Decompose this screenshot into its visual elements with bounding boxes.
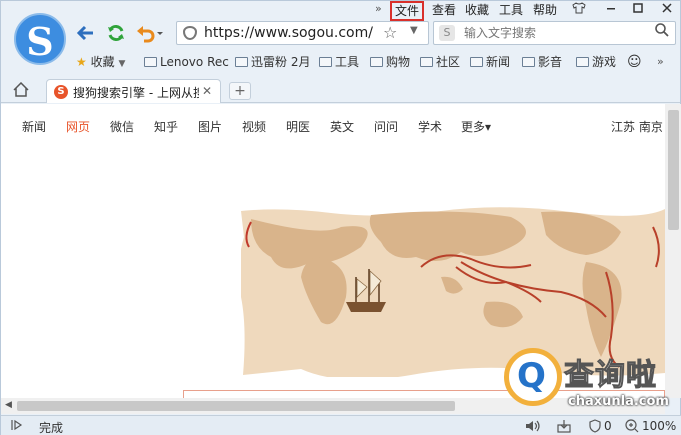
bookmark-label: 社区	[436, 55, 461, 69]
shield-badge-count: 0	[604, 419, 612, 433]
new-tab-button[interactable]: +	[229, 82, 251, 100]
nav-zhihu[interactable]: 知乎	[154, 118, 178, 135]
sidebar-toggle-icon[interactable]	[11, 419, 23, 434]
address-dropdown-icon[interactable]: ▼	[410, 25, 418, 36]
bookmark-label: 收藏	[90, 55, 115, 69]
bookmark-folder-media[interactable]: 影音	[522, 53, 562, 71]
vertical-scroll-thumb[interactable]	[668, 110, 679, 230]
watermark-cn: 查询啦	[564, 358, 657, 394]
nav-scholar[interactable]: 学术	[418, 118, 442, 135]
nav-images[interactable]: 图片	[198, 118, 222, 135]
nav-video[interactable]: 视频	[242, 118, 266, 135]
bookmark-label: Lenovo Rec	[160, 55, 229, 69]
bookmark-folder-community[interactable]: 社区	[420, 53, 460, 71]
folder-icon	[470, 57, 483, 67]
tab-strip: S 搜狗搜索引擎 - 上网从搜 ✕ +	[1, 77, 680, 103]
nav-wechat[interactable]: 微信	[110, 118, 134, 135]
search-category-nav: 新闻 网页 微信 知乎 图片 视频 明医 英文 问问 学术 更多▾	[1, 118, 665, 138]
address-url[interactable]: https://www.sogou.com/	[204, 25, 373, 41]
star-icon: ★	[76, 55, 87, 69]
browser-window: » 文件 查看 收藏 工具 帮助 S https://www.sogou.com…	[0, 0, 681, 435]
bookmark-label: 迅雷粉 2月	[251, 55, 311, 69]
folder-icon	[522, 57, 535, 67]
search-icon[interactable]	[655, 23, 669, 41]
tab-title: 搜狗搜索引擎 - 上网从搜	[73, 86, 199, 100]
bookmark-star-icon[interactable]: ☆	[383, 23, 397, 42]
folder-icon	[576, 57, 589, 67]
bookmark-favorites[interactable]: ★ 收藏 ▼	[76, 53, 125, 73]
avatar-icon[interactable]: ☺	[627, 53, 642, 71]
menu-chevron-icon[interactable]: »	[375, 2, 382, 15]
watermark-letter: Q	[517, 356, 546, 396]
nav-english[interactable]: 英文	[330, 118, 354, 135]
search-input[interactable]	[464, 24, 644, 42]
sogou-browser-logo: S	[14, 13, 66, 65]
bookmarks-bar: ★ 收藏 ▼ Lenovo Rec 迅雷粉 2月 工具 购物 社区 新闻 影音 …	[73, 53, 680, 73]
nav-web[interactable]: 网页	[66, 118, 90, 135]
folder-icon	[420, 57, 433, 67]
bookmark-label: 游戏	[592, 55, 617, 69]
watermark-en: chaxunla.com	[568, 394, 669, 409]
scroll-left-icon[interactable]: ◀	[5, 400, 12, 410]
close-icon[interactable]	[656, 1, 678, 19]
maximize-icon[interactable]	[627, 1, 649, 19]
bookmark-xunlei[interactable]: 迅雷粉 2月	[235, 53, 310, 71]
nav-wenwen[interactable]: 问问	[374, 118, 398, 135]
shirt-icon[interactable]	[568, 1, 590, 19]
menu-tools[interactable]: 工具	[499, 2, 523, 18]
home-icon[interactable]	[13, 81, 29, 101]
chevron-down-icon: ▼	[118, 59, 126, 69]
menu-favorites[interactable]: 收藏	[465, 2, 489, 18]
bookmark-label: 工具	[335, 55, 360, 69]
bookmark-label: 影音	[538, 55, 563, 69]
speaker-icon[interactable]	[525, 419, 541, 435]
bookmark-folder-games[interactable]: 游戏	[576, 53, 616, 71]
horizontal-scroll-thumb[interactable]	[17, 401, 455, 411]
undo-icon[interactable]	[136, 23, 164, 46]
page-icon	[144, 57, 157, 67]
minimize-icon[interactable]	[600, 1, 622, 19]
bookmarks-overflow-icon[interactable]: »	[657, 53, 664, 71]
nav-medical[interactable]: 明医	[286, 118, 310, 135]
bookmark-folder-news[interactable]: 新闻	[470, 53, 510, 71]
location-label[interactable]: 江苏 南京	[611, 118, 663, 135]
tab-close-icon[interactable]: ✕	[202, 84, 212, 98]
nav-more[interactable]: 更多▾	[461, 118, 491, 135]
bookmark-label: 购物	[386, 55, 411, 69]
back-arrow-icon[interactable]	[76, 23, 96, 46]
zoom-icon[interactable]	[625, 419, 639, 435]
bookmark-label: 新闻	[486, 55, 511, 69]
address-bar[interactable]: https://www.sogou.com/ ☆ ▼	[176, 21, 429, 45]
menu-help[interactable]: 帮助	[533, 2, 557, 18]
status-bar: 完成 0 100%	[1, 415, 681, 435]
search-box[interactable]: S	[433, 21, 676, 45]
zoom-level[interactable]: 100%	[642, 419, 676, 433]
chaxunla-watermark: Q 查询啦 chaxunla.com	[498, 346, 681, 416]
nav-news[interactable]: 新闻	[22, 118, 46, 135]
page-icon	[235, 57, 248, 67]
status-text: 完成	[39, 421, 64, 435]
bookmark-folder-shopping[interactable]: 购物	[370, 53, 410, 71]
download-icon[interactable]	[557, 419, 571, 435]
menu-file[interactable]: 文件	[390, 1, 425, 21]
chaxunla-logo-icon: Q	[504, 348, 562, 406]
folder-icon	[370, 57, 383, 67]
search-engine-icon[interactable]: S	[439, 25, 455, 41]
logo-letter: S	[26, 19, 54, 64]
folder-icon	[319, 57, 332, 67]
menu-view[interactable]: 查看	[432, 2, 456, 18]
tab-sogou[interactable]: S 搜狗搜索引擎 - 上网从搜 ✕	[46, 79, 221, 103]
refresh-icon[interactable]	[106, 23, 126, 46]
menu-bar: » 文件 查看 收藏 工具 帮助	[1, 1, 680, 21]
security-shield-icon	[183, 26, 197, 40]
shield-badge-icon[interactable]	[589, 419, 601, 435]
bookmark-lenovo[interactable]: Lenovo Rec	[144, 53, 229, 71]
sogou-favicon-icon: S	[54, 85, 68, 99]
bookmark-folder-tools[interactable]: 工具	[319, 53, 359, 71]
